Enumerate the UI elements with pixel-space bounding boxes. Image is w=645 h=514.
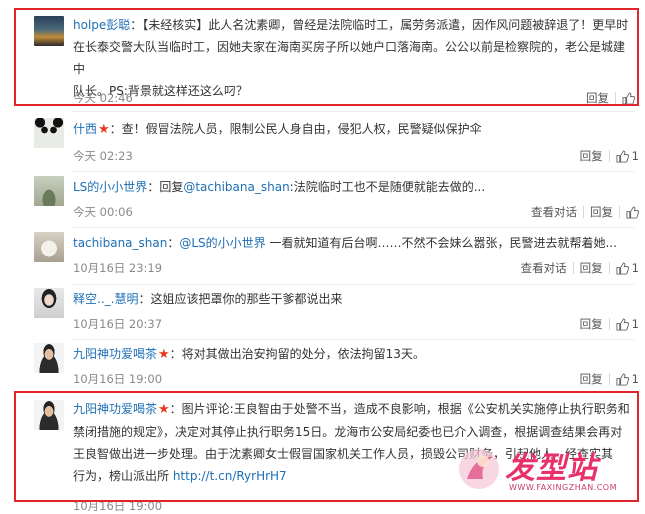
comment-actions: 回复 1 [580, 148, 639, 164]
comment-timestamp: 10月16日 19:00 [73, 372, 163, 386]
divider [619, 206, 620, 218]
comment-username[interactable]: 什西 [73, 122, 97, 136]
watermark-url: WWW.FAXINGZHAN.COM [509, 483, 617, 492]
comment-username[interactable]: tachibana_shan [73, 236, 167, 250]
comment-item: LS的小小世界：回复@tachibana_shan:法院临时工也不是随便就能去做… [0, 176, 645, 224]
watermark-title: 发型站 [505, 451, 598, 486]
comment-actions: 回复 1 [580, 371, 639, 387]
reply-button[interactable]: 回复 [586, 90, 609, 106]
comment-username[interactable]: 九阳神功爱喝茶 [73, 402, 157, 416]
comment-text-line: ：【未经核实】此人名沈素卿，曾经是法院临时工，属劳务派遣，因作风问题被辞退了！更… [130, 18, 629, 32]
thumbs-up-icon [616, 372, 629, 386]
divider [572, 262, 574, 274]
thumbs-up-icon [616, 149, 629, 163]
vip-star-icon: ★ [158, 347, 170, 362]
like-button[interactable]: 1 [616, 149, 639, 163]
comment-body: tachibana_shan：@LS的小小世界 一看就知道有后台啊……不然不会妹… [73, 232, 633, 254]
view-dialog-button[interactable]: 查看对话 [521, 260, 567, 276]
comment-username[interactable]: holpe彭聪 [73, 18, 130, 32]
comment-text: ： [167, 236, 180, 250]
avatar[interactable] [34, 343, 64, 373]
thumbs-up-icon [626, 205, 639, 219]
comment-text-line: 禁闭措施的规定》，决定对其停止执行职务15日。龙海市公安局纪委也已介入调查，根据… [73, 425, 623, 439]
avatar[interactable] [34, 16, 64, 46]
comment-timestamp: 今天 02:23 [73, 149, 133, 163]
comment-text-line: 在长泰交警大队当临时工，因她夫家在海南买房子所以她户口落海南。公公以前是检察院的… [73, 40, 626, 76]
mention-link[interactable]: @LS的小小世界 [179, 236, 265, 250]
view-dialog-button[interactable]: 查看对话 [531, 204, 577, 220]
comment-timestamp: 10月16日 20:37 [73, 317, 163, 331]
divider [608, 373, 610, 385]
like-button[interactable]: 1 [616, 372, 639, 386]
divider [72, 171, 635, 172]
comment-body: 释空.._.慧明：这姐应该把罩你的那些干爹都说出来 [73, 288, 633, 310]
divider [608, 318, 610, 330]
like-button[interactable]: 1 [616, 317, 639, 331]
comment-actions: 查看对话 回复 1 [521, 260, 639, 276]
short-link[interactable]: http://t.cn/RyrHrH7 [173, 469, 287, 483]
divider [72, 284, 635, 285]
avatar[interactable] [34, 288, 64, 318]
comment-timestamp: 今天 02:46 [73, 91, 133, 105]
like-count: 1 [631, 261, 639, 275]
comment-timestamp: 今天 00:06 [73, 205, 133, 219]
comment-username[interactable]: 释空.._.慧明 [73, 292, 138, 306]
divider [608, 150, 610, 162]
vip-star-icon: ★ [98, 122, 110, 137]
like-count: 1 [631, 149, 639, 163]
comment-text: ：这姐应该把罩你的那些干爹都说出来 [138, 292, 343, 306]
like-button[interactable]: 1 [616, 261, 639, 275]
like-button[interactable] [622, 91, 635, 105]
comment-timestamp: 10月16日 23:19 [73, 261, 163, 275]
comment-item: tachibana_shan：@LS的小小世界 一看就知道有后台啊……不然不会妹… [0, 232, 645, 280]
avatar[interactable] [34, 232, 64, 262]
thumbs-up-icon [622, 91, 635, 105]
comment-actions: 查看对话 回复 [531, 204, 639, 220]
reply-button[interactable]: 回复 [590, 204, 613, 220]
mention-link[interactable]: @tachibana_shan [183, 180, 289, 194]
comment-username[interactable]: 九阳神功爱喝茶 [73, 347, 157, 361]
like-button[interactable] [626, 205, 639, 219]
divider [72, 227, 635, 228]
comment-body: LS的小小世界：回复@tachibana_shan:法院临时工也不是随便就能去做… [73, 176, 633, 198]
reply-button[interactable]: 回复 [580, 316, 603, 332]
reply-button[interactable]: 回复 [580, 371, 603, 387]
avatar[interactable] [34, 118, 64, 148]
comment-text: ：将对其做出治安拘留的处分，依法拘留13天。 [169, 347, 425, 361]
comment-text: ：回复 [147, 180, 184, 194]
comment-text: 一看就知道有后台啊……不然不会妹么嚣张，民警进去就帮着她... [265, 236, 617, 250]
site-watermark: 发型站 WWW.FAXINGZHAN.COM [457, 439, 637, 499]
comment-actions: 回复 1 [580, 316, 639, 332]
vip-star-icon: ★ [158, 402, 170, 417]
like-count: 1 [631, 372, 639, 386]
thumbs-up-icon [616, 317, 629, 331]
comment-text-line: 行为，榜山派出所 [73, 469, 173, 483]
comment-item: 九阳神功爱喝茶★：将对其做出治安拘留的处分，依法拘留13天。 10月16日 19… [0, 343, 645, 389]
like-count: 1 [631, 317, 639, 331]
comment-text: :法院临时工也不是随便就能去做的... [289, 180, 486, 194]
comment-item: 释空.._.慧明：这姐应该把罩你的那些干爹都说出来 10月16日 20:37 回… [0, 288, 645, 336]
reply-button[interactable]: 回复 [580, 148, 603, 164]
divider [615, 92, 616, 104]
comment-actions: 回复 [586, 90, 635, 106]
reply-button[interactable]: 回复 [580, 260, 603, 276]
comment-item: 什西★：查！假冒法院人员，限制公民人身自由，侵犯人权，民警疑似保护伞 今天 02… [0, 118, 645, 166]
comment-text-line: ：图片评论:王良智由于处警不当，造成不良影响，根据《公安机关实施停止执行职务和 [169, 402, 630, 416]
comment-username[interactable]: LS的小小世界 [73, 180, 147, 194]
comment-text: ：查！假冒法院人员，限制公民人身自由，侵犯人权，民警疑似保护伞 [109, 122, 482, 136]
divider [72, 339, 635, 340]
comment-body: 什西★：查！假冒法院人员，限制公民人身自由，侵犯人权，民警疑似保护伞 [73, 118, 633, 141]
divider [72, 111, 635, 112]
avatar[interactable] [34, 176, 64, 206]
comment-timestamp: 10月16日 19:00 [73, 499, 163, 513]
comment-item: holpe彭聪：【未经核实】此人名沈素卿，曾经是法院临时工，属劳务派遣，因作风问… [0, 14, 645, 106]
comment-body: 九阳神功爱喝茶★：将对其做出治安拘留的处分，依法拘留13天。 [73, 343, 633, 366]
divider [583, 206, 584, 218]
comment-body: holpe彭聪：【未经核实】此人名沈素卿，曾经是法院临时工，属劳务派遣，因作风问… [73, 14, 633, 102]
divider [608, 262, 610, 274]
thumbs-up-icon [616, 261, 629, 275]
avatar[interactable] [34, 400, 64, 430]
